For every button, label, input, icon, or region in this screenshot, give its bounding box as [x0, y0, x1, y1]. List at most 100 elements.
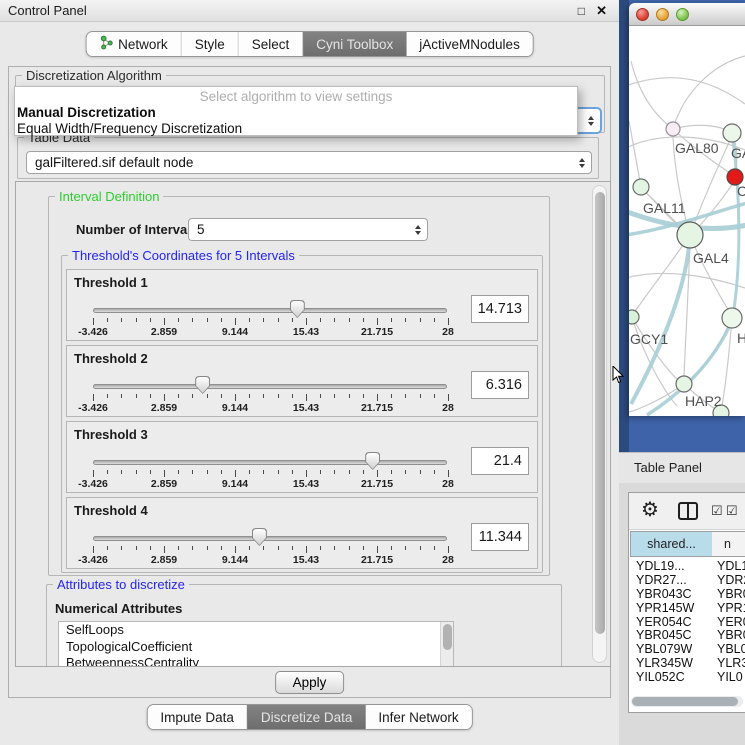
network-node[interactable] [723, 124, 741, 142]
column-header-name[interactable]: n [712, 531, 745, 557]
interval-definition-group: Interval Definition Number of Intervals … [48, 196, 550, 576]
top-tab-bar: Network Style Select Cyni Toolbox jActiveMNo… [85, 31, 534, 57]
tab-label: Network [118, 37, 168, 52]
cell-name: YPR1 [717, 601, 745, 615]
tab-network[interactable]: Network [86, 32, 181, 56]
cell-shared-name: YDR27... [636, 573, 687, 587]
tab-label: Infer Network [378, 710, 458, 725]
network-node[interactable] [676, 376, 692, 392]
threshold-value-field[interactable]: 11.344 [471, 523, 529, 551]
slider-tick-labels: -3.4262.8599.14415.4321.71528 [93, 554, 448, 566]
attribute-item[interactable]: BetweennessCentrality [59, 655, 453, 667]
cyni-toolbox-panel: Discretization Algorithm Table Data galF… [8, 66, 611, 698]
tab-label: Impute Data [160, 710, 234, 725]
traffic-light-minimize-icon[interactable] [656, 8, 669, 21]
algorithm-option[interactable]: Manual Discretization [15, 105, 577, 121]
network-graph: GAL80GACGAL11GAL4GCY1HHAP2 [629, 26, 745, 416]
threshold-value-field[interactable]: 21.4 [471, 447, 529, 475]
slider-track[interactable] [93, 384, 447, 389]
table-row[interactable]: YDR27...YDR2 [629, 573, 745, 587]
gear-icon[interactable]: ⚙ [641, 497, 659, 522]
network-canvas[interactable]: GAL80GACGAL11GAL4GCY1HHAP2 [629, 26, 745, 416]
table-horizontal-scrollbar[interactable] [631, 696, 743, 707]
slider-track[interactable] [93, 536, 447, 541]
table-row[interactable]: YBR043C YBR0 [629, 587, 745, 601]
table-row[interactable]: YDL19...YDL1 [629, 559, 745, 573]
attribute-item[interactable]: SelfLoops [59, 622, 453, 639]
slider-track[interactable] [93, 308, 447, 313]
node-label: GCY1 [630, 331, 668, 347]
table-data-combobox[interactable]: galFiltered.sif default node [26, 151, 592, 174]
table-row[interactable]: YLR345W YLR3 [629, 656, 745, 670]
control-panel-titlebar: Control Panel □ ✕ [0, 0, 619, 22]
node-label: GA [731, 145, 745, 161]
column-header-shared-name[interactable]: shared... [630, 531, 713, 557]
split-table-icon[interactable] [678, 502, 698, 520]
algorithm-prompt: Select algorithm to view settings [15, 88, 577, 105]
table-data-value: galFiltered.sif default node [35, 155, 193, 170]
attributes-group: Attributes to discretize Numerical Attri… [46, 584, 562, 667]
threshold-value-field[interactable]: 14.713 [471, 295, 529, 323]
table-row[interactable]: YBL079WYBL0 [629, 642, 745, 656]
network-node[interactable] [677, 222, 703, 248]
network-node[interactable] [629, 310, 639, 324]
network-node[interactable] [722, 308, 742, 328]
slider-thumb[interactable] [252, 528, 267, 546]
tab-style[interactable]: Style [181, 32, 238, 56]
attributes-list-items: SelfLoopsTopologicalCoefficientBetweenne… [59, 622, 453, 667]
tab-cyni-toolbox[interactable]: Cyni Toolbox [302, 32, 406, 56]
checkbox-icon[interactable]: ☑ [726, 503, 738, 519]
cell-shared-name: YLR345W [636, 656, 693, 670]
combo-arrows-icon [588, 116, 594, 126]
cell-name: YLR3 [717, 656, 745, 670]
apply-button[interactable]: Apply [275, 671, 345, 694]
slider-thumb[interactable] [195, 376, 210, 394]
cell-name: YDL1 [717, 559, 745, 573]
checkbox-icon[interactable]: ☑ [711, 503, 723, 519]
slider-thumb[interactable] [365, 452, 380, 470]
cell-shared-name: YPR145W [636, 601, 694, 615]
table-row[interactable]: YPR145W YPR1 [629, 601, 745, 615]
tab-select[interactable]: Select [238, 32, 303, 56]
close-icon[interactable]: ✕ [596, 3, 607, 19]
table-row[interactable]: YBR045CYBR0 [629, 628, 745, 642]
attribute-item[interactable]: TopologicalCoefficient [59, 639, 453, 656]
slider-thumb-face [291, 301, 304, 317]
float-window-icon[interactable]: □ [578, 4, 585, 18]
node-label: GAL4 [693, 250, 729, 266]
slider-track[interactable] [93, 460, 447, 465]
number-of-intervals-combobox[interactable]: 5 [188, 218, 428, 241]
threshold-label: Threshold 3 [74, 427, 148, 442]
tab-discretize-data[interactable]: Discretize Data [247, 705, 366, 729]
tab-label: Cyni Toolbox [316, 37, 393, 52]
cell-shared-name: YBR043C [636, 587, 692, 601]
slider-ticks [93, 546, 448, 554]
network-node[interactable] [633, 179, 649, 195]
tab-impute-data[interactable]: Impute Data [147, 705, 247, 729]
tab-jactivemnodules[interactable]: jActiveMNodules [406, 32, 533, 56]
slider-thumb-face [366, 453, 379, 469]
network-node[interactable] [666, 122, 680, 136]
number-of-intervals-label: Number of Intervals [76, 222, 198, 237]
traffic-light-close-icon[interactable] [636, 8, 649, 21]
cell-name: YBR0 [717, 587, 745, 601]
slider-ticks [93, 394, 448, 402]
cell-name: YER0 [717, 615, 745, 629]
table-row[interactable]: YER054CYER0 [629, 615, 745, 629]
threshold-value-field[interactable]: 6.316 [471, 371, 529, 399]
settings-vertical-scrollbar[interactable] [592, 185, 607, 663]
attributes-list-scrollbar[interactable] [440, 622, 453, 667]
tab-infer-network[interactable]: Infer Network [365, 705, 471, 729]
traffic-light-zoom-icon[interactable] [676, 8, 689, 21]
network-window-titlebar[interactable] [629, 3, 745, 26]
algorithm-option[interactable]: Equal Width/Frequency Discretization [15, 121, 577, 137]
table-row[interactable]: YIL052CYIL0 [629, 670, 745, 683]
algorithm-dropdown-popup: Select algorithm to view settings Manual… [14, 86, 578, 136]
slider-thumb[interactable] [290, 300, 305, 318]
thresholds-group: Threshold's Coordinates for 5 Intervals … [61, 255, 543, 573]
tab-label: Style [195, 37, 225, 52]
node-label: C [737, 183, 745, 199]
group-title: Interval Definition [55, 189, 163, 204]
cell-name: YBR0 [717, 628, 745, 642]
node-table-panel: ⚙ ☑ ☑ shared... n YDL19...YDL1YDR27...YD… [628, 492, 745, 713]
